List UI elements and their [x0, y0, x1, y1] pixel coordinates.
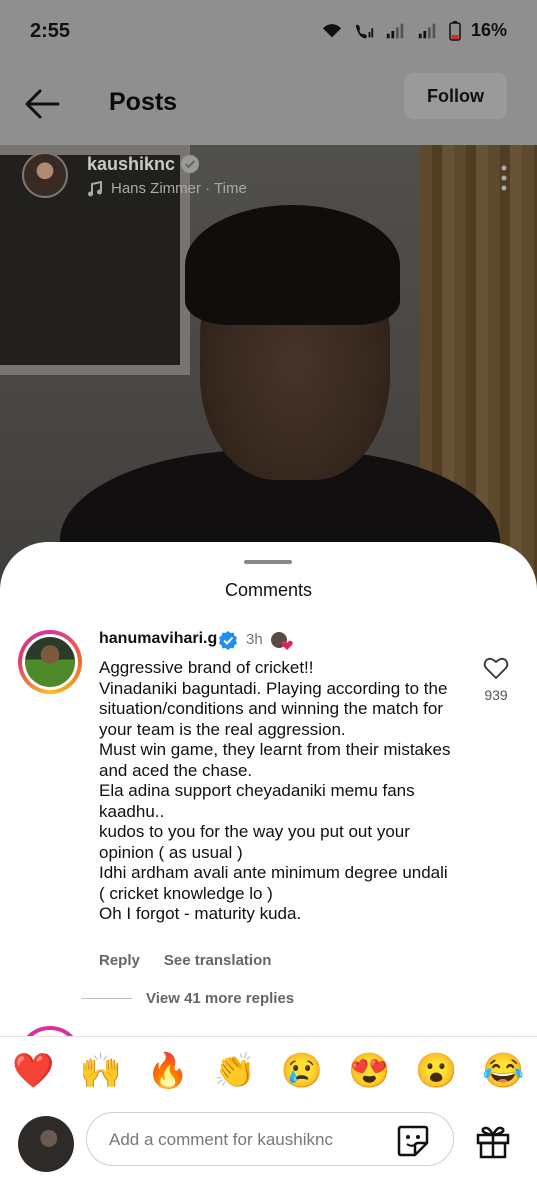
sheet-drag-handle[interactable]	[244, 560, 292, 564]
emoji-quick-bar: ❤️ 🙌 🔥 👏 😢 😍 😮 😂	[0, 1036, 537, 1105]
sheet-title: Comments	[224, 580, 313, 600]
emoji-raised-hands[interactable]: 🙌	[80, 1051, 122, 1091]
replies-divider	[82, 998, 132, 999]
see-translation-button[interactable]: See translation	[164, 952, 272, 969]
status-bar: 2:55 16%	[0, 0, 537, 64]
my-avatar	[18, 1116, 74, 1172]
comment-input-container	[86, 1112, 454, 1166]
call-signal-icon	[355, 24, 374, 38]
top-bar: Posts Follow	[0, 64, 537, 144]
comments-sheet: Comments hanumavihari.g 3h Aggressive br…	[0, 542, 537, 1200]
author-username[interactable]: kaushiknc	[87, 154, 175, 175]
signal-icon-2	[418, 23, 436, 38]
back-arrow-icon[interactable]	[22, 86, 62, 122]
status-icons: 16%	[321, 20, 507, 41]
view-replies-label[interactable]: View 41 more replies	[146, 990, 294, 1007]
music-label: Hans Zimmer · Time	[111, 180, 247, 197]
emoji-heart-eyes[interactable]: 😍	[348, 1051, 390, 1091]
status-time: 2:55	[30, 20, 71, 42]
like-heart-icon[interactable]	[483, 656, 509, 680]
wifi-icon	[322, 23, 342, 37]
post-music[interactable]: Hans Zimmer · Time	[87, 180, 247, 197]
commenter-username[interactable]: hanumavihari.g	[99, 630, 217, 648]
commenter-avatar[interactable]	[18, 630, 82, 694]
author-avatar[interactable]	[22, 152, 68, 198]
comment-composer	[0, 1104, 537, 1200]
emoji-crying[interactable]: 😢	[281, 1051, 323, 1091]
more-options-icon[interactable]	[500, 164, 508, 194]
gift-icon[interactable]	[474, 1122, 512, 1160]
emoji-clap[interactable]: 👏	[214, 1051, 256, 1091]
reply-button[interactable]: Reply	[99, 952, 140, 969]
verified-badge-icon	[181, 155, 199, 173]
comment-time: 3h	[246, 631, 263, 648]
emoji-surprised[interactable]: 😮	[415, 1051, 457, 1091]
emoji-heart[interactable]: ❤️	[12, 1051, 54, 1091]
comment-text: Aggressive brand of cricket!! Vinadaniki…	[99, 658, 451, 923]
page-title: Posts	[109, 88, 178, 116]
view-replies[interactable]: View 41 more replies	[82, 990, 294, 1007]
author-liked-icon	[271, 632, 293, 650]
like-count: 939	[484, 687, 508, 703]
follow-button[interactable]: Follow	[404, 73, 507, 119]
verified-badge-icon	[219, 631, 237, 650]
sticker-icon[interactable]	[395, 1123, 431, 1157]
signal-icon	[386, 23, 404, 38]
emoji-fire[interactable]: 🔥	[147, 1051, 189, 1091]
post-author-row: kaushiknc Hans Zimmer · Time	[22, 152, 522, 202]
comment-input[interactable]	[107, 1127, 371, 1153]
comment-actions: Reply See translation	[99, 952, 271, 969]
emoji-laughing[interactable]: 😂	[482, 1051, 524, 1091]
music-note-icon	[88, 180, 102, 196]
battery-icon	[449, 20, 461, 41]
battery-percent: 16%	[470, 20, 507, 40]
